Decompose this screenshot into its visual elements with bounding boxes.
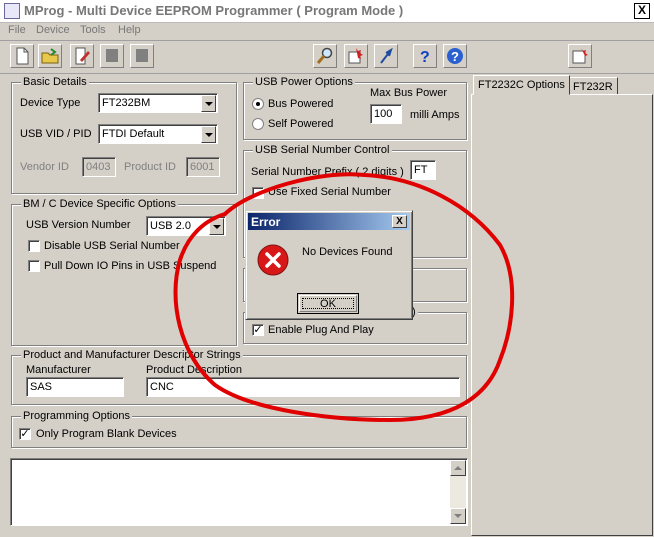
dialog-message: No Devices Found <box>302 246 393 258</box>
product-description-field[interactable]: CNC <box>146 377 460 397</box>
menu-bar: File Device Tools Help <box>0 22 654 41</box>
log-scrollbar[interactable] <box>450 460 466 524</box>
edit-icon[interactable] <box>70 44 94 68</box>
tab-panel <box>471 94 653 536</box>
usb-power-title: USB Power Options <box>253 76 355 88</box>
manufacturer-label: Manufacturer <box>26 364 91 376</box>
milli-amps-label: milli Amps <box>410 109 460 121</box>
serial-prefix-label: Serial Number Prefix ( 2 digits ) <box>251 166 404 178</box>
enable-pnp-label: Enable Plug And Play <box>268 324 374 336</box>
use-fixed-serial-checkbox[interactable] <box>252 187 264 199</box>
vendor-id-label: Vendor ID <box>20 161 69 173</box>
bus-powered-radio[interactable] <box>252 98 264 110</box>
dialog-title: Error <box>251 215 281 229</box>
serial-number-title: USB Serial Number Control <box>253 144 392 156</box>
stop-icon[interactable] <box>130 44 154 68</box>
product-id-field[interactable]: 6001 <box>186 157 220 177</box>
usb-version-select[interactable]: USB 2.0 <box>146 216 226 236</box>
help-icon[interactable]: ? <box>413 44 437 68</box>
log-textarea[interactable] <box>10 458 468 526</box>
search-icon[interactable] <box>313 44 337 68</box>
flash-icon[interactable] <box>374 44 398 68</box>
error-icon <box>257 244 289 276</box>
device-type-value: FT232BM <box>102 97 151 109</box>
menu-file[interactable]: File <box>8 24 26 36</box>
only-blank-label: Only Program Blank Devices <box>36 428 177 440</box>
usb-version-value: USB 2.0 <box>150 220 191 232</box>
vendor-id-field[interactable]: 0403 <box>82 157 116 177</box>
tab-ft2232c-options[interactable]: FT2232C Options <box>473 75 570 95</box>
window-title-bar: MProg - Multi Device EEPROM Programmer (… <box>0 0 654 23</box>
vid-pid-select[interactable]: FTDI Default <box>98 124 218 144</box>
vid-pid-value: FTDI Default <box>102 128 165 140</box>
bm-options-title: BM / C Device Specific Options <box>21 198 178 210</box>
programming-options-title: Programming Options <box>21 410 132 422</box>
menu-device[interactable]: Device <box>36 24 70 36</box>
svg-text:?: ? <box>451 49 459 64</box>
tab-ft232r[interactable]: FT232R <box>568 77 618 95</box>
pull-down-checkbox[interactable] <box>28 260 40 272</box>
toolbar: ? ? <box>0 41 654 74</box>
stop-icon[interactable] <box>100 44 124 68</box>
product-description-label: Product Description <box>146 364 242 376</box>
enable-pnp-checkbox[interactable]: ✓ <box>252 324 264 336</box>
disable-serial-label: Disable USB Serial Number <box>44 240 180 252</box>
new-file-icon[interactable] <box>10 44 34 68</box>
product-id-label: Product ID <box>124 161 176 173</box>
basic-details-title: Basic Details <box>21 76 89 88</box>
window-close-button[interactable]: X <box>634 3 650 19</box>
use-fixed-serial-label: Use Fixed Serial Number <box>268 186 391 198</box>
vid-pid-label: USB VID / PID <box>20 128 92 140</box>
device-type-label: Device Type <box>20 97 81 109</box>
dialog-title-bar: Error X <box>248 213 410 230</box>
manufacturer-field[interactable]: SAS <box>26 377 124 397</box>
about-icon[interactable]: ? <box>443 44 467 68</box>
chevron-down-icon[interactable] <box>201 126 216 143</box>
window-title: MProg - Multi Device EEPROM Programmer (… <box>24 3 404 18</box>
device-type-select[interactable]: FT232BM <box>98 93 218 113</box>
chevron-down-icon[interactable] <box>209 218 224 235</box>
descriptor-strings-title: Product and Manufacturer Descriptor Stri… <box>21 349 243 361</box>
close-window-icon[interactable] <box>568 44 592 68</box>
self-powered-radio[interactable] <box>252 118 264 130</box>
ok-button[interactable]: OK <box>297 293 359 314</box>
app-icon <box>4 3 20 19</box>
error-dialog: Error X No Devices Found OK <box>245 210 413 320</box>
svg-text:?: ? <box>420 49 430 65</box>
pull-down-label: Pull Down IO Pins in USB Suspend <box>44 260 217 272</box>
disable-serial-checkbox[interactable] <box>28 240 40 252</box>
scroll-down-icon[interactable] <box>450 508 466 524</box>
bus-powered-label: Bus Powered <box>268 98 334 110</box>
self-powered-label: Self Powered <box>268 118 334 130</box>
device-icon[interactable] <box>344 44 368 68</box>
menu-help[interactable]: Help <box>118 24 141 36</box>
serial-prefix-field[interactable]: FT <box>410 160 436 180</box>
chevron-down-icon[interactable] <box>201 95 216 112</box>
max-bus-power-field[interactable]: 100 <box>370 104 402 124</box>
only-blank-checkbox[interactable]: ✓ <box>19 428 31 440</box>
scroll-up-icon[interactable] <box>450 460 466 476</box>
ok-button-label: OK <box>320 298 336 310</box>
open-folder-icon[interactable] <box>38 44 62 68</box>
max-bus-power-label: Max Bus Power <box>370 87 448 99</box>
dialog-close-button[interactable]: X <box>392 215 407 228</box>
usb-version-label: USB Version Number <box>26 219 131 231</box>
menu-tools[interactable]: Tools <box>80 24 106 36</box>
